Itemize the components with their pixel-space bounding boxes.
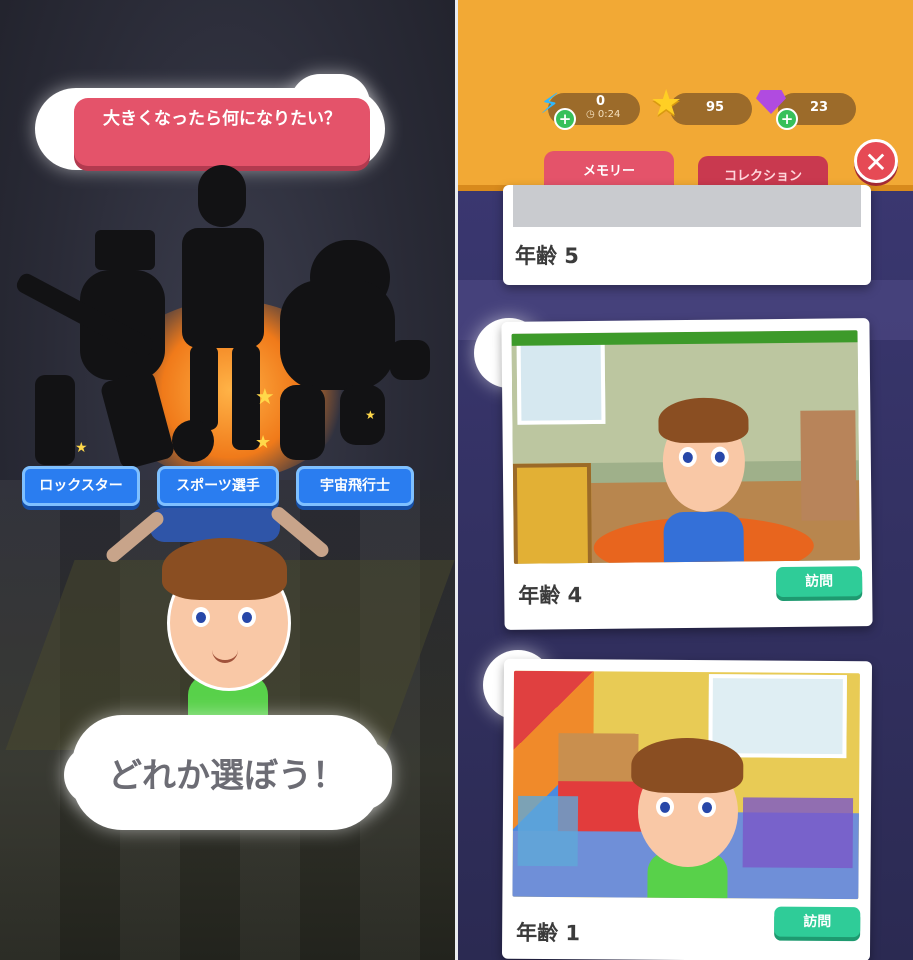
close-icon[interactable]: ✕ [854, 139, 898, 183]
visit-label: 訪問 [803, 913, 832, 931]
question-ribbon: 大きくなったら何になりたい？ [74, 98, 370, 166]
sparkle-star-icon: ★ [75, 440, 88, 456]
memory-card-age-1: 年齢 1 訪問 [501, 658, 873, 960]
energy-value: 0 [596, 94, 606, 109]
visit-label: 訪問 [805, 573, 834, 590]
right-screen: 0 ◷ 0:24 ⚡ + 95 ★ 23 + メモリー コレクション ✕ 年齢 … [458, 0, 913, 960]
sparkle-star-icon: ★ [255, 385, 275, 410]
athlete-button[interactable]: スポーツ選手 [157, 466, 279, 506]
age-label: 年齢 4 [518, 583, 583, 608]
memory-card-age-5: 年齢 5 [503, 185, 871, 285]
age-label: 年齢 1 [516, 920, 581, 946]
tab-collection-label: コレクション [723, 169, 802, 184]
energy-timer: 0:24 [597, 109, 621, 120]
card-photo [512, 670, 860, 900]
rockstar-label: ロックスター [39, 478, 123, 494]
gems-value: 23 [810, 100, 829, 115]
add-energy-icon[interactable]: + [554, 108, 576, 130]
star-icon: ★ [650, 83, 683, 124]
question-text: 大きくなったら何になりたい？ [103, 109, 341, 129]
athlete-label: スポーツ選手 [176, 478, 260, 494]
age-label: 年齢 5 [515, 244, 579, 268]
card-photo [511, 330, 860, 564]
left-screen: 大きくなったら何になりたい？ ★ ★ ★ ★ ロックスター スポーツ選手 宇宙飛… [0, 0, 455, 960]
add-gems-icon[interactable]: + [776, 108, 798, 130]
prompt-text: どれか選ぼう！ [108, 756, 346, 796]
tab-memory-label: メモリー [582, 164, 635, 179]
stars-pill: 95 [670, 93, 752, 125]
stars-value: 95 [706, 100, 725, 115]
memory-card-age-4: 年齢 4 訪問 [501, 318, 873, 630]
astronaut-button[interactable]: 宇宙飛行士 [296, 466, 414, 506]
panel-divider [455, 0, 458, 960]
astronaut-label: 宇宙飛行士 [320, 478, 390, 494]
sparkle-star-icon: ★ [255, 432, 272, 453]
rockstar-button[interactable]: ロックスター [22, 466, 140, 506]
visit-button[interactable]: 訪問 [774, 906, 861, 938]
sparkle-star-icon: ★ [365, 408, 376, 422]
visit-button[interactable]: 訪問 [775, 566, 863, 598]
prompt-cloud: どれか選ぼう！ [64, 715, 392, 830]
card-photo [513, 185, 861, 227]
